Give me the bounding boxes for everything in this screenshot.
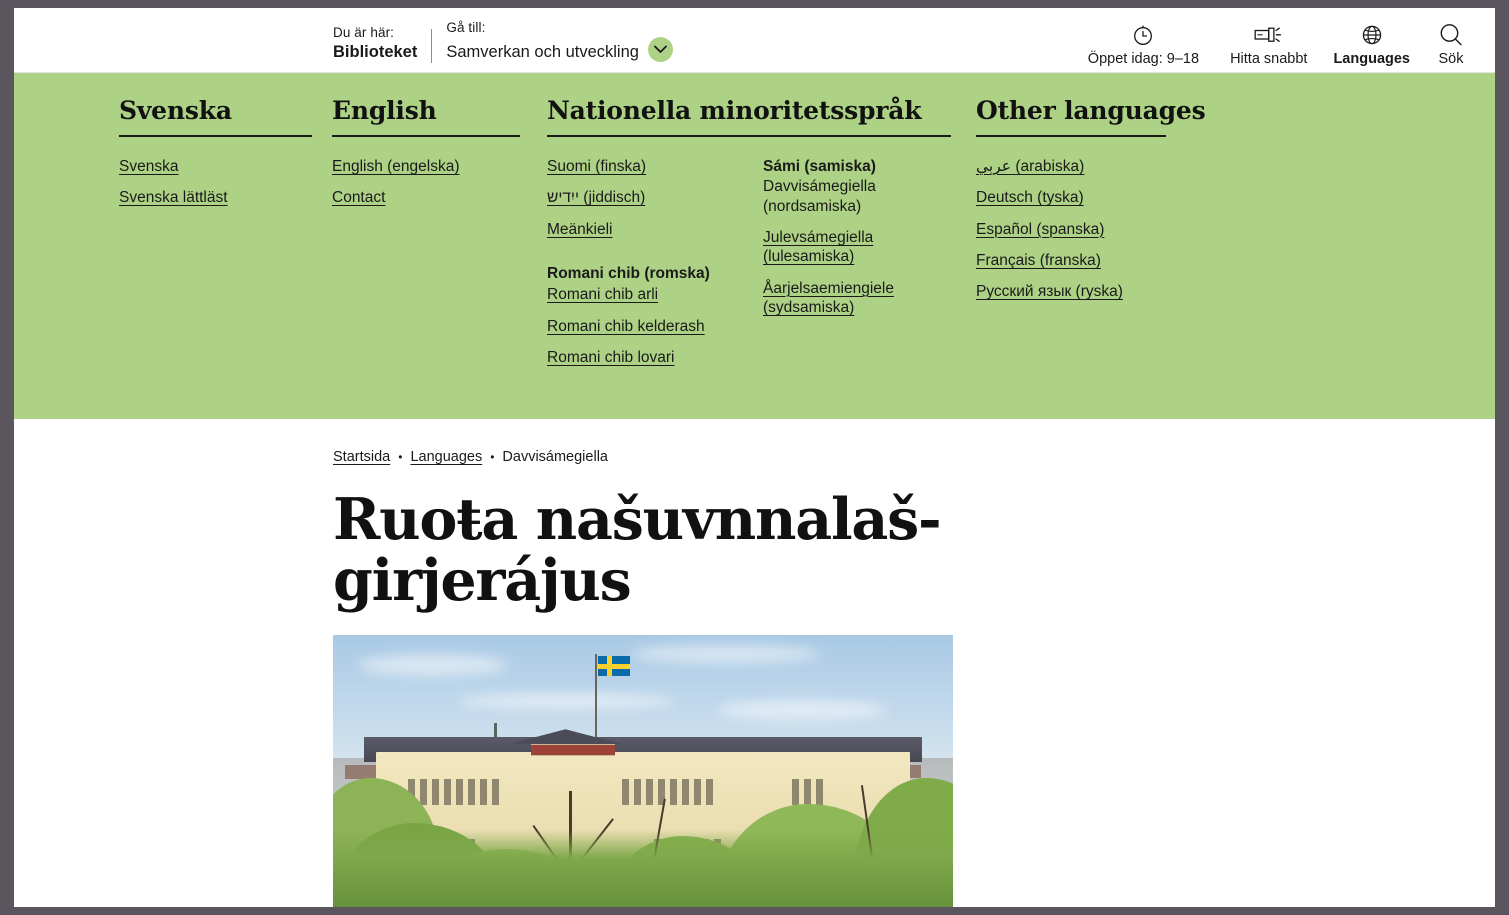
cloud — [630, 644, 821, 663]
breadcrumb-item-startsida[interactable]: Startsida — [333, 449, 390, 465]
current-location-kicker: Du är här: — [333, 25, 395, 41]
language-current-davvisamegiella: Davvisámegiella (nordsamiska) — [763, 178, 876, 215]
language-column-english: English English (engelska) Contact — [332, 96, 527, 208]
column-heading-english: English — [332, 96, 437, 125]
header-breadcrumb-bar: Du är här: Biblioteket Gå till: Samverka… — [333, 20, 673, 63]
hero-foreground-foliage — [333, 829, 953, 907]
column-heading-minority: Nationella minoritetsspråk — [547, 96, 922, 125]
breadcrumb-item-current: Davvisámegiella — [502, 449, 608, 465]
language-grid: Svenska Svenska Svenska lättläst English… — [14, 96, 1495, 379]
hero-image — [333, 634, 953, 907]
current-location-block: Du är här: Biblioteket — [333, 25, 417, 63]
flag-pole — [595, 654, 598, 739]
flashlight-icon — [1254, 22, 1284, 48]
language-link-yiddish[interactable]: ייִדיש (jiddisch) — [547, 188, 645, 207]
column-rule — [332, 134, 520, 137]
language-link-deutsch[interactable]: Deutsch (tyska) — [976, 188, 1084, 207]
page-title: Ruoŧa našuvnnalaš-girjerájus — [333, 486, 942, 614]
page-viewport: Du är här: Biblioteket Gå till: Samverka… — [14, 8, 1495, 907]
language-link-svenska-lattlast[interactable]: Svenska lättläst — [119, 188, 228, 207]
breadcrumb-separator: • — [490, 450, 495, 464]
column-heading-svenska: Svenska — [119, 96, 232, 125]
language-column-minority: Nationella minoritetsspråk Suomi (finska… — [547, 96, 962, 368]
cloud — [717, 699, 888, 720]
language-link-contact[interactable]: Contact — [332, 188, 385, 207]
column-rule — [547, 134, 951, 137]
minority-subcolumn-right: Sámi (samiska) Davvisámegiella (nordsami… — [763, 157, 958, 368]
column-rule — [976, 134, 1166, 137]
opening-hours-tool[interactable]: Öppet idag: 9–18 — [1075, 22, 1217, 68]
romani-group-title: Romani chib (romska) — [547, 264, 710, 282]
swedish-flag — [598, 656, 631, 677]
languages-label: Languages — [1333, 51, 1410, 67]
current-location-value: Biblioteket — [333, 43, 418, 62]
language-column-svenska: Svenska Svenska Svenska lättläst — [119, 96, 314, 208]
language-link-romani-kelderash[interactable]: Romani chib kelderash — [547, 317, 705, 336]
language-link-arabic[interactable]: عربي (arabiska) — [976, 157, 1084, 176]
minority-subcolumns: Suomi (finska) ייִדיש (jiddisch) Meänkie… — [547, 157, 962, 368]
find-fast-tool[interactable]: Hitta snabbt — [1217, 22, 1320, 68]
search-tool[interactable]: Sök — [1423, 22, 1479, 68]
sami-group-title: Sámi (samiska) — [763, 157, 876, 175]
search-icon — [1438, 22, 1464, 48]
goto-block: Gå till: Samverkan och utveckling — [446, 20, 673, 63]
search-label: Sök — [1438, 51, 1464, 67]
globe-icon — [1360, 22, 1384, 48]
language-link-aarjelsaemiengiele[interactable]: Åarjelsaemiengiele (sydsamiska) — [763, 279, 958, 318]
browser-window-frame: Du är här: Biblioteket Gå till: Samverka… — [0, 0, 1509, 915]
column-rule — [119, 134, 312, 137]
header-tools: Öppet idag: 9–18 Hitta snabbt Languages … — [1075, 22, 1479, 68]
building-frieze-sign — [531, 743, 616, 756]
minority-subcolumn-left: Suomi (finska) ייִדיש (jiddisch) Meänkie… — [547, 157, 763, 368]
opening-hours-label: Öppet idag: 9–18 — [1087, 51, 1200, 67]
find-fast-label: Hitta snabbt — [1230, 51, 1308, 67]
goto-value[interactable]: Samverkan och utveckling — [446, 42, 639, 63]
language-link-meankieli[interactable]: Meänkieli — [547, 220, 612, 239]
language-link-svenska[interactable]: Svenska — [119, 157, 178, 176]
languages-tool[interactable]: Languages — [1320, 22, 1423, 68]
chevron-down-icon[interactable] — [647, 36, 673, 62]
language-link-russian[interactable]: Русский язык (ryska) — [976, 282, 1123, 301]
language-link-espanol[interactable]: Español (spanska) — [976, 220, 1104, 239]
language-panel: Svenska Svenska Svenska lättläst English… — [14, 73, 1495, 419]
romani-group: Romani chib (romska) Romani chib arli Ro… — [547, 264, 763, 368]
breadcrumb-divider — [431, 28, 433, 63]
language-link-romani-lovari[interactable]: Romani chib lovari — [547, 348, 675, 367]
breadcrumb-separator: • — [398, 450, 403, 464]
site-header: Du är här: Biblioteket Gå till: Samverka… — [14, 8, 1495, 73]
language-link-francais[interactable]: Français (franska) — [976, 251, 1101, 270]
breadcrumb-item-languages[interactable]: Languages — [410, 449, 482, 465]
language-link-romani-arli[interactable]: Romani chib arli — [547, 285, 658, 304]
language-column-other: Other languages عربي (arabiska) Deutsch … — [976, 96, 1206, 302]
goto-kicker: Gå till: — [446, 20, 486, 35]
column-heading-other: Other languages — [976, 96, 1206, 125]
main-content: Startsida • Languages • Davvisámegiella … — [14, 419, 1495, 907]
breadcrumb: Startsida • Languages • Davvisámegiella — [333, 449, 1495, 465]
language-link-english[interactable]: English (engelska) — [332, 157, 460, 176]
language-link-suomi[interactable]: Suomi (finska) — [547, 157, 646, 176]
language-link-julevsamegiella[interactable]: Julevsámegiella (lulesamiska) — [763, 228, 958, 267]
clock-icon — [1131, 22, 1155, 48]
